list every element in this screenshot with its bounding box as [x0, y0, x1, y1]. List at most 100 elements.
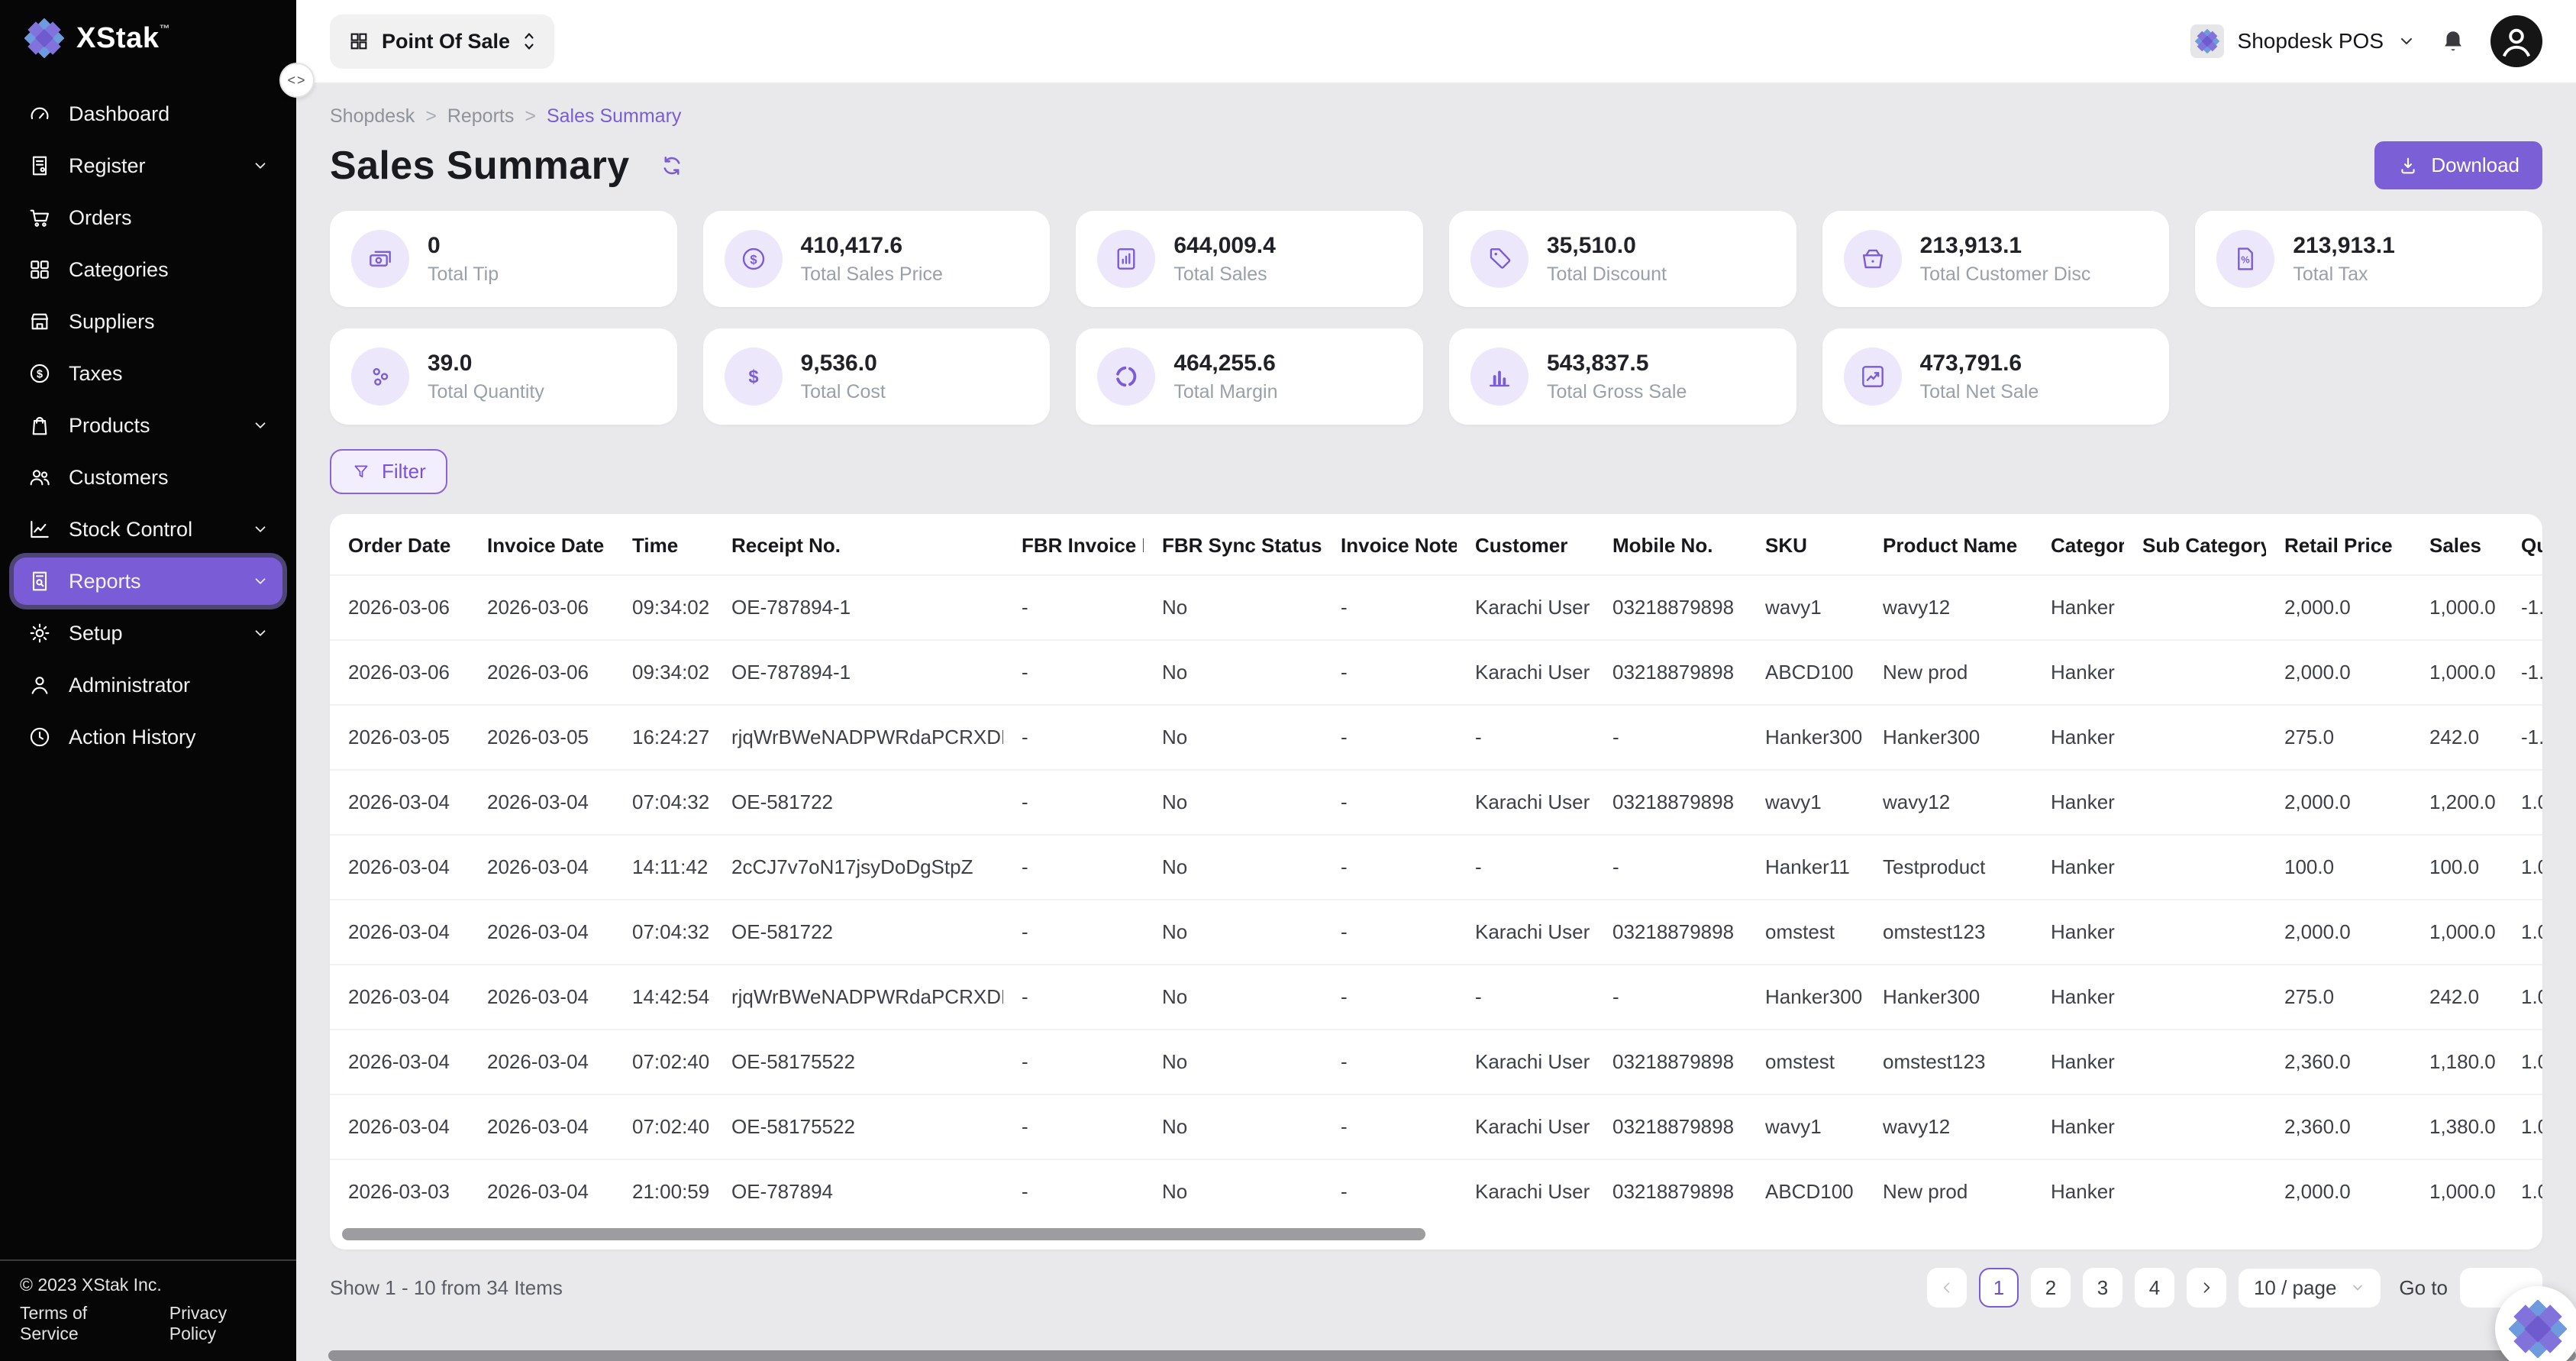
sales-summary-table-card: Order DateInvoice DateTimeReceipt No.FBR…: [330, 514, 2542, 1249]
table-cell: 1,000.0: [2411, 575, 2503, 640]
download-icon: [2397, 155, 2419, 176]
table-row[interactable]: 2026-03-062026-03-0609:34:02OE-787894-1-…: [330, 575, 2542, 640]
terms-link[interactable]: Terms of Service: [20, 1303, 148, 1344]
table-row[interactable]: 2026-03-052026-03-0516:24:27rjqWrBWeNADP…: [330, 705, 2542, 770]
table-cell: No: [1144, 1094, 1322, 1159]
column-header[interactable]: FBR Invoice No: [1003, 514, 1144, 575]
stat-value: 410,417.6: [801, 233, 943, 259]
stat-value: 39.0: [428, 351, 544, 377]
table-cell: -: [1003, 1030, 1144, 1094]
sidebar-item-administrator[interactable]: Administrator: [14, 661, 282, 709]
table-scroll-area[interactable]: Order DateInvoice DateTimeReceipt No.FBR…: [330, 514, 2542, 1224]
pagination-page-4[interactable]: 4: [2135, 1268, 2174, 1308]
sidebar-item-setup[interactable]: Setup: [14, 609, 282, 657]
sidebar-item-reports[interactable]: Reports: [14, 558, 282, 605]
privacy-link[interactable]: Privacy Policy: [169, 1303, 276, 1344]
sidebar-item-orders[interactable]: Orders: [14, 194, 282, 241]
table-cell: 16:24:27: [614, 705, 713, 770]
column-header[interactable]: Category: [2032, 514, 2124, 575]
sidebar-item-register[interactable]: Register: [14, 142, 282, 189]
stat-card-total-discount: 35,510.0Total Discount: [1449, 211, 1796, 307]
sidebar-item-taxes[interactable]: $ Taxes: [14, 350, 282, 397]
table-cell: 2,000.0: [2266, 640, 2411, 705]
table-cell: 1.0: [2503, 770, 2542, 835]
stat-value: 464,255.6: [1173, 351, 1277, 377]
sidebar-item-suppliers[interactable]: Suppliers: [14, 298, 282, 345]
sidebar-item-action-history[interactable]: Action History: [14, 713, 282, 761]
module-switcher[interactable]: Point Of Sale: [330, 15, 554, 69]
table-cell: -: [1322, 965, 1457, 1030]
column-header[interactable]: FBR Sync Status: [1144, 514, 1322, 575]
column-header[interactable]: Receipt No.: [713, 514, 1003, 575]
column-header[interactable]: Order Date: [330, 514, 469, 575]
table-cell: 2026-03-04: [469, 900, 614, 965]
pagination-next-button[interactable]: [2187, 1268, 2226, 1308]
notifications-bell-icon[interactable]: [2440, 28, 2466, 54]
sidebar-item-products[interactable]: Products: [14, 402, 282, 449]
pagination-page-2[interactable]: 2: [2031, 1268, 2071, 1308]
column-header[interactable]: Customer: [1457, 514, 1594, 575]
page-horizontal-scrollbar-thumb[interactable]: [328, 1350, 2576, 1361]
table-cell: -: [1594, 965, 1747, 1030]
table-cell: 2026-03-06: [330, 640, 469, 705]
filter-label: Filter: [382, 460, 426, 483]
table-row[interactable]: 2026-03-042026-03-0414:11:422cCJ7v7oN17j…: [330, 835, 2542, 900]
table-cell: -: [1322, 1094, 1457, 1159]
table-cell: No: [1144, 705, 1322, 770]
sidebar-collapse-button[interactable]: <>: [279, 63, 315, 98]
pagination-page-3[interactable]: 3: [2083, 1268, 2122, 1308]
stat-card-total-quantity: 39.0Total Quantity: [330, 328, 677, 425]
table-row[interactable]: 2026-03-062026-03-0609:34:02OE-787894-1-…: [330, 640, 2542, 705]
table-cell: -1.0: [2503, 575, 2542, 640]
column-header[interactable]: Time: [614, 514, 713, 575]
pagination-page-1[interactable]: 1: [1979, 1268, 2019, 1308]
table-row[interactable]: 2026-03-042026-03-0407:04:32OE-581722-No…: [330, 900, 2542, 965]
pagination-prev-button[interactable]: [1927, 1268, 1967, 1308]
goto-label: Go to: [2399, 1276, 2448, 1300]
filter-button[interactable]: Filter: [330, 449, 447, 494]
sidebar-item-customers[interactable]: Customers: [14, 454, 282, 501]
table-row[interactable]: 2026-03-042026-03-0407:02:40OE-58175522-…: [330, 1094, 2542, 1159]
table-cell: -: [1003, 1094, 1144, 1159]
dollar-circle-icon: $: [27, 361, 52, 386]
table-row[interactable]: 2026-03-042026-03-0414:42:54rjqWrBWeNADP…: [330, 965, 2542, 1030]
breadcrumb-shopdesk[interactable]: Shopdesk: [330, 105, 415, 128]
donut-icon: [1097, 348, 1155, 406]
table-cell: OE-787894-1: [713, 640, 1003, 705]
stat-value: 213,913.1: [1920, 233, 2091, 259]
column-header[interactable]: Retail Price: [2266, 514, 2411, 575]
breadcrumb-reports[interactable]: Reports: [447, 105, 515, 128]
table-cell: 21:00:59: [614, 1159, 713, 1224]
table-cell: Testproduct: [1864, 835, 2032, 900]
sidebar-item-dashboard[interactable]: Dashboard: [14, 90, 282, 137]
table-scrollbar-thumb[interactable]: [342, 1228, 1425, 1240]
table-cell: New prod: [1864, 1159, 2032, 1224]
workspace-switcher[interactable]: Shopdesk POS: [2190, 24, 2416, 58]
column-header[interactable]: Invoice Date: [469, 514, 614, 575]
sidebar-item-stock-control[interactable]: Stock Control: [14, 506, 282, 553]
page-size-select[interactable]: 10 / page: [2239, 1269, 2381, 1308]
sidebar-item-categories[interactable]: Categories: [14, 246, 282, 293]
table-cell: 1,000.0: [2411, 640, 2503, 705]
table-cell: -: [1003, 965, 1144, 1030]
table-row[interactable]: 2026-03-032026-03-0421:00:59OE-787894-No…: [330, 1159, 2542, 1224]
column-header[interactable]: Sales: [2411, 514, 2503, 575]
bubbles-icon: [351, 348, 409, 406]
column-header[interactable]: Sub Category: [2124, 514, 2266, 575]
table-row[interactable]: 2026-03-042026-03-0407:02:40OE-58175522-…: [330, 1030, 2542, 1094]
table-cell: 2026-03-04: [469, 1094, 614, 1159]
table-cell: -: [1457, 965, 1594, 1030]
user-avatar[interactable]: [2490, 15, 2542, 67]
download-button[interactable]: Download: [2374, 141, 2542, 189]
sidebar-item-label: Register: [69, 154, 146, 178]
page-size-value: 10 / page: [2254, 1276, 2336, 1300]
cash-icon: [351, 230, 409, 288]
refresh-button[interactable]: [659, 153, 685, 179]
column-header[interactable]: Mobile No.: [1594, 514, 1747, 575]
column-header[interactable]: SKU: [1747, 514, 1864, 575]
column-header[interactable]: Quantity: [2503, 514, 2542, 575]
table-row[interactable]: 2026-03-042026-03-0407:04:32OE-581722-No…: [330, 770, 2542, 835]
app-logo[interactable]: XStak™: [0, 0, 296, 73]
column-header[interactable]: Invoice Note: [1322, 514, 1457, 575]
column-header[interactable]: Product Name: [1864, 514, 2032, 575]
